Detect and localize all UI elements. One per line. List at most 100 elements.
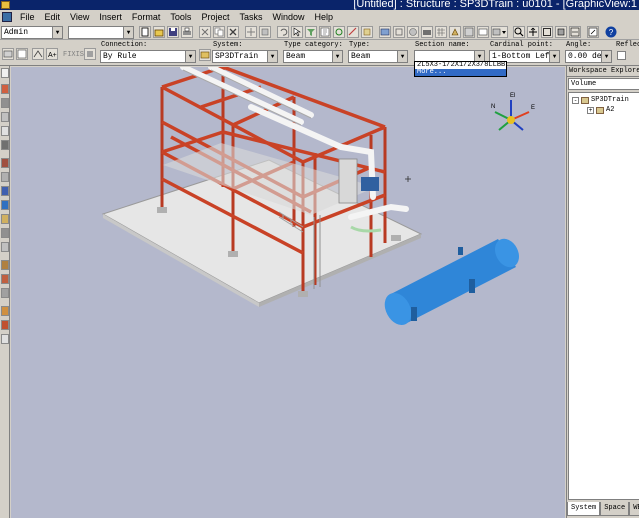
place-handrail-icon[interactable] — [1, 200, 9, 210]
collapse-icon[interactable]: - — [572, 96, 579, 104]
menu-tools[interactable]: Tools — [165, 10, 196, 24]
type-category-combo[interactable]: Beam ▼ — [283, 50, 343, 63]
title-bar: [Untitled] : Structure : SP3DTrain : u01… — [0, 0, 639, 10]
place-split-icon[interactable] — [1, 288, 9, 298]
new-icon[interactable] — [139, 26, 151, 38]
named-view-icon[interactable] — [587, 26, 599, 38]
previous-view-icon[interactable] — [569, 26, 581, 38]
mirror-icon[interactable] — [259, 26, 271, 38]
model-3d-view[interactable]: El N E — [11, 67, 565, 518]
horizontal-vessel[interactable] — [379, 235, 523, 330]
menu-view[interactable]: View — [65, 10, 94, 24]
menu-insert[interactable]: Insert — [94, 10, 127, 24]
connection-combo[interactable]: By Rule ▼ — [100, 50, 196, 63]
workspace-filter-combo[interactable]: Volume — [568, 78, 639, 90]
save-icon[interactable] — [167, 26, 179, 38]
tab-wbs[interactable]: WBS — [629, 502, 639, 516]
compass-north-label: N — [491, 104, 495, 110]
menu-format[interactable]: Format — [127, 10, 166, 24]
curved-member-icon[interactable]: A+ — [46, 48, 58, 60]
cut-icon[interactable] — [199, 26, 211, 38]
section-option-more[interactable]: More... — [415, 69, 506, 76]
select-icon[interactable] — [291, 26, 303, 38]
expand-icon[interactable]: + — [587, 106, 594, 114]
place-trim-icon[interactable] — [1, 306, 9, 316]
workspace-tree[interactable]: - SP3DTrain + A2 — [568, 92, 639, 500]
help-icon[interactable]: ? — [605, 26, 617, 38]
tab-system[interactable]: System — [567, 502, 601, 516]
select-command-icon[interactable] — [1, 68, 9, 78]
menu-help[interactable]: Help — [309, 10, 338, 24]
angle-label: Angle: — [566, 41, 592, 49]
measure-icon[interactable] — [347, 26, 359, 38]
select-step-icon[interactable] — [2, 48, 14, 60]
place-column-icon[interactable] — [1, 140, 9, 150]
render-icon[interactable] — [407, 26, 419, 38]
place-brace-icon[interactable] — [1, 158, 9, 168]
delete-icon[interactable] — [227, 26, 239, 38]
place-tower-icon[interactable] — [1, 334, 9, 344]
view-settings-icon[interactable] — [379, 26, 391, 38]
place-plate-icon[interactable] — [1, 320, 9, 330]
pump-motor[interactable] — [361, 177, 379, 191]
system-browse-icon[interactable] — [199, 49, 211, 61]
view-style-icon[interactable] — [477, 26, 489, 38]
fit-icon[interactable] — [541, 26, 553, 38]
open-icon[interactable] — [153, 26, 165, 38]
menu-file[interactable]: File — [15, 10, 40, 24]
workspace-explorer-title: Workspace Explorer — [567, 66, 639, 77]
place-equipment-foundation-icon[interactable] — [1, 214, 9, 224]
clip-icon[interactable] — [393, 26, 405, 38]
placement-mode-icon[interactable] — [32, 48, 44, 60]
permission-group-combo[interactable]: Admin ▼ — [1, 26, 63, 39]
copy-icon[interactable] — [213, 26, 225, 38]
place-opening-icon[interactable] — [1, 242, 9, 252]
properties-icon[interactable] — [319, 26, 331, 38]
graphic-view[interactable]: El N E — [11, 67, 565, 518]
tab-space[interactable]: Space — [600, 502, 630, 516]
angle-combo[interactable]: 0.00 deg ▼ — [565, 50, 612, 63]
grid-icon[interactable] — [435, 26, 447, 38]
section-option[interactable]: 2L5X3-1/2X1/2X3/8LLBB — [415, 62, 506, 69]
connection-picker-icon[interactable] — [84, 48, 96, 60]
reflect-checkbox[interactable] — [617, 51, 626, 60]
place-wall-icon[interactable] — [1, 126, 9, 136]
place-stair-icon[interactable] — [1, 172, 9, 182]
menu-tasks[interactable]: Tasks — [234, 10, 267, 24]
system-value: SP3DTrain — [215, 52, 259, 61]
looking-glass-icon[interactable] — [463, 26, 475, 38]
undo-icon[interactable] — [277, 26, 289, 38]
view-dropdown-button[interactable] — [491, 26, 508, 38]
refresh-icon[interactable] — [333, 26, 345, 38]
menu-window[interactable]: Window — [267, 10, 309, 24]
active-filter-combo[interactable]: ▼ — [68, 26, 134, 39]
member-settings-icon[interactable] — [16, 48, 28, 60]
insert-icon[interactable] — [361, 26, 373, 38]
place-slab-icon[interactable] — [1, 112, 9, 122]
filter-icon[interactable] — [305, 26, 317, 38]
menu-edit[interactable]: Edit — [40, 10, 66, 24]
place-footing-icon[interactable] — [1, 228, 9, 238]
place-system-icon[interactable] — [1, 98, 9, 108]
place-ladder-icon[interactable] — [1, 186, 9, 196]
type-combo[interactable]: Beam ▼ — [348, 50, 408, 63]
place-member-icon[interactable] — [1, 84, 9, 94]
place-assembly-connection-icon[interactable] — [1, 260, 9, 270]
process-equipment[interactable] — [338, 158, 358, 204]
pan-icon[interactable] — [527, 26, 539, 38]
system-combo[interactable]: SP3DTrain ▼ — [212, 50, 278, 63]
print-icon[interactable] — [181, 26, 193, 38]
chevron-down-icon: ▼ — [123, 27, 133, 38]
move-icon[interactable] — [245, 26, 257, 38]
menu-bar: File Edit View Insert Format Tools Proje… — [0, 10, 639, 24]
zoom-icon[interactable] — [513, 26, 525, 38]
rotate-view-icon[interactable] — [555, 26, 567, 38]
menu-project[interactable]: Project — [196, 10, 234, 24]
document-system-icon[interactable] — [2, 12, 12, 22]
place-frame-connection-icon[interactable] — [1, 274, 9, 284]
section-name-label: Section name: — [415, 41, 470, 49]
view-common-icon[interactable] — [449, 26, 461, 38]
camera-icon[interactable] — [421, 26, 433, 38]
tree-node-root[interactable]: - SP3DTrain — [572, 96, 629, 104]
tree-node-child[interactable]: + A2 — [587, 106, 614, 114]
